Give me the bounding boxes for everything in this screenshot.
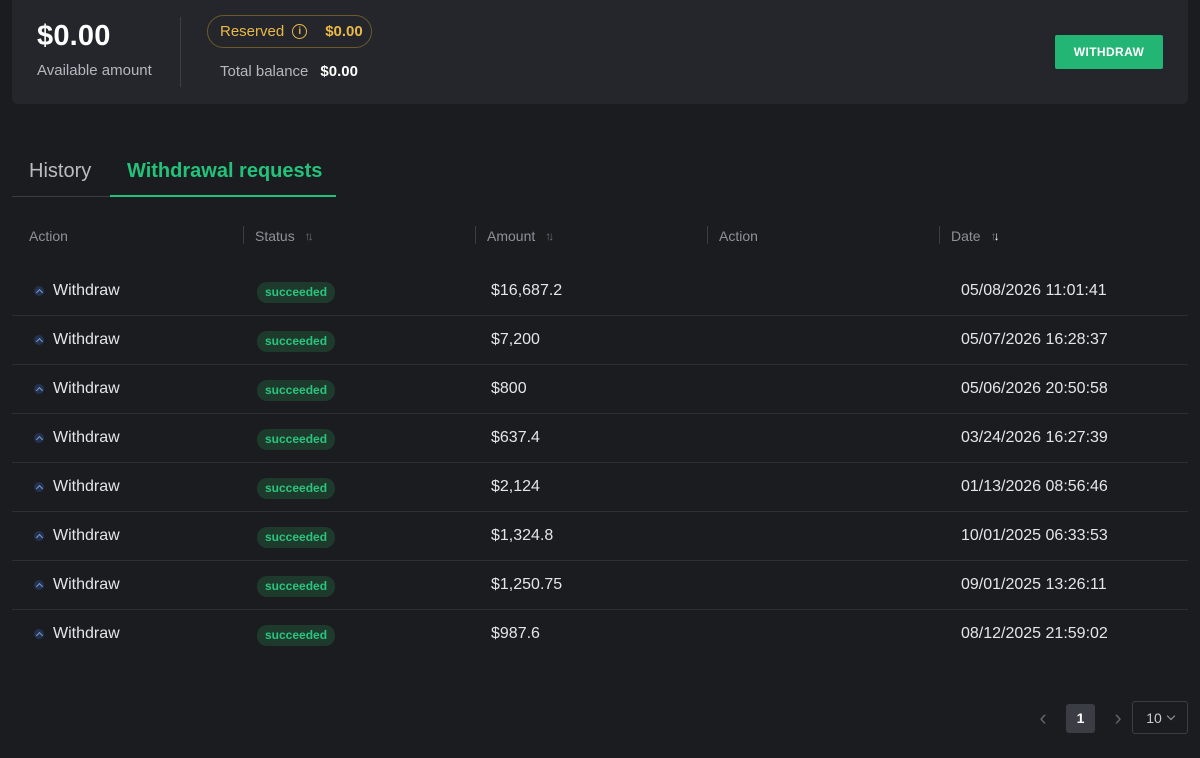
balance-divider [180, 17, 181, 87]
row-amount: $16,687.2 [491, 282, 563, 299]
reserved-pill: Reserved i $0.00 [207, 15, 372, 48]
table-header: Action Status ↑↓ Amount ↑↓ Action Date ↑… [12, 222, 1188, 252]
status-badge: succeeded [257, 625, 336, 646]
tab-history[interactable]: History [29, 160, 91, 183]
available-amount-label: Available amount [37, 62, 152, 79]
arrow-up-icon [34, 482, 44, 492]
row-date: 10/01/2025 06:33:53 [961, 527, 1108, 544]
row-action: Withdraw [53, 429, 120, 446]
row-amount: $1,324.8 [491, 527, 554, 544]
table-body: Withdraw succeeded $16,687.2 05/08/2026 … [12, 267, 1188, 659]
chevron-right-icon[interactable]: › [1107, 702, 1129, 734]
row-action: Withdraw [53, 282, 120, 299]
row-date: 01/13/2026 08:56:46 [961, 478, 1108, 495]
table-row[interactable]: Withdraw succeeded $987.6 08/12/2025 21:… [12, 610, 1188, 659]
status-badge: succeeded [257, 282, 336, 303]
row-action: Withdraw [53, 576, 120, 593]
reserved-value: $0.00 [325, 23, 363, 40]
pagination: ‹ 1 › [1032, 702, 1129, 734]
row-date: 09/01/2025 13:26:11 [961, 576, 1107, 593]
header-divider [707, 226, 708, 244]
row-date: 08/12/2025 21:59:02 [961, 625, 1108, 642]
active-tab-indicator [110, 195, 336, 197]
status-badge: succeeded [257, 380, 336, 401]
table-row[interactable]: Withdraw succeeded $800 05/06/2026 20:50… [12, 365, 1188, 414]
chevron-down-icon [1166, 711, 1176, 720]
arrow-up-icon [34, 384, 44, 394]
row-amount: $2,124 [491, 478, 540, 495]
arrow-up-icon [34, 286, 44, 296]
table-row[interactable]: Withdraw succeeded $1,324.8 10/01/2025 0… [12, 512, 1188, 561]
arrow-up-icon [34, 433, 44, 443]
table-row[interactable]: Withdraw succeeded $637.4 03/24/2026 16:… [12, 414, 1188, 463]
tab-withdrawal-requests[interactable]: Withdrawal requests [127, 160, 322, 183]
table-row[interactable]: Withdraw succeeded $1,250.75 09/01/2025 … [12, 561, 1188, 610]
header-date[interactable]: Date ↑↓ [951, 228, 1000, 244]
info-icon[interactable]: i [292, 24, 308, 39]
row-date: 05/08/2026 11:01:41 [961, 282, 1107, 299]
status-badge: succeeded [257, 429, 336, 450]
status-badge: succeeded [257, 478, 336, 499]
sort-icon[interactable]: ↑↓ [545, 229, 554, 243]
header-divider [243, 226, 244, 244]
page-size-value: 10 [1146, 709, 1162, 726]
total-balance-value: $0.00 [320, 63, 358, 80]
chevron-left-icon[interactable]: ‹ [1032, 702, 1054, 734]
row-date: 05/06/2026 20:50:58 [961, 380, 1108, 397]
row-date: 03/24/2026 16:27:39 [961, 429, 1108, 446]
status-badge: succeeded [257, 331, 336, 352]
arrow-up-icon [34, 335, 44, 345]
balance-card: $0.00 Available amount Reserved i $0.00 … [12, 0, 1188, 104]
row-action: Withdraw [53, 527, 120, 544]
header-divider [475, 226, 476, 244]
status-badge: succeeded [257, 576, 336, 597]
header-status[interactable]: Status ↑↓ [255, 228, 314, 244]
row-action: Withdraw [53, 380, 120, 397]
arrow-up-icon [34, 629, 44, 639]
row-action: Withdraw [53, 625, 120, 642]
header-action: Action [29, 228, 68, 244]
row-action: Withdraw [53, 478, 120, 495]
total-balance: Total balance $0.00 [220, 63, 358, 80]
status-badge: succeeded [257, 527, 336, 548]
row-amount: $800 [491, 380, 527, 397]
row-action: Withdraw [53, 331, 120, 348]
sort-icon[interactable]: ↑↓ [991, 229, 1000, 243]
reserved-label: Reserved [220, 23, 285, 40]
page-size-select[interactable]: 10 [1132, 701, 1188, 734]
sort-icon[interactable]: ↑↓ [305, 229, 314, 243]
page-button-current[interactable]: 1 [1066, 703, 1095, 733]
row-amount: $987.6 [491, 625, 540, 642]
total-balance-label: Total balance [220, 63, 309, 80]
available-amount-block: $0.00 Available amount [37, 20, 152, 79]
row-amount: $1,250.75 [491, 576, 563, 593]
table-row[interactable]: Withdraw succeeded $7,200 05/07/2026 16:… [12, 316, 1188, 365]
tab-bar: History Withdrawal requests [12, 148, 336, 197]
withdraw-button[interactable]: WITHDRAW [1055, 35, 1163, 69]
available-amount: $0.00 [37, 20, 111, 52]
header-action-2: Action [719, 228, 758, 244]
row-date: 05/07/2026 16:28:37 [961, 331, 1108, 348]
header-amount[interactable]: Amount ↑↓ [487, 228, 554, 244]
header-divider [939, 226, 940, 244]
arrow-up-icon [34, 580, 44, 590]
arrow-up-icon [34, 531, 44, 541]
table-row[interactable]: Withdraw succeeded $16,687.2 05/08/2026 … [12, 267, 1188, 316]
row-amount: $7,200 [491, 331, 540, 348]
table-row[interactable]: Withdraw succeeded $2,124 01/13/2026 08:… [12, 463, 1188, 512]
row-amount: $637.4 [491, 429, 540, 446]
